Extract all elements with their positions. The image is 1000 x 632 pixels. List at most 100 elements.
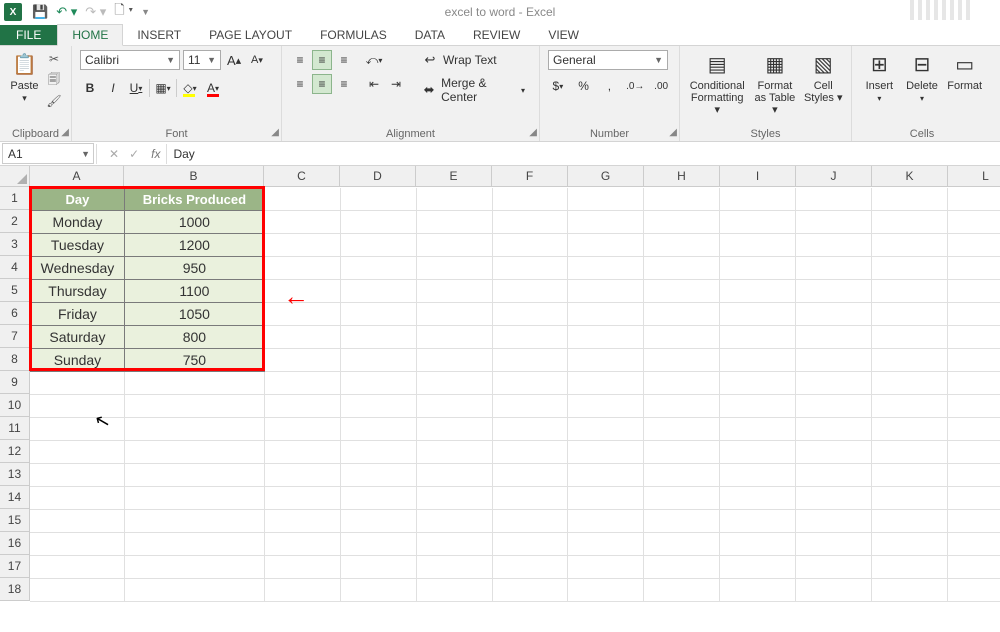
cell-C12[interactable] [264, 441, 340, 464]
borders-button[interactable]: ▦ ▾ [153, 78, 173, 98]
cell-A3[interactable]: Tuesday [30, 234, 124, 257]
cell-L17[interactable] [948, 556, 1000, 579]
row-header-4[interactable]: 4 [0, 256, 30, 279]
cell-G5[interactable] [568, 280, 644, 303]
cell-G17[interactable] [568, 556, 644, 579]
row-header-2[interactable]: 2 [0, 210, 30, 233]
cell-K8[interactable] [872, 349, 948, 372]
cell-L16[interactable] [948, 533, 1000, 556]
increase-decimal-button[interactable]: .0→ [625, 76, 645, 96]
align-center-button[interactable]: ≡ [312, 74, 332, 94]
cell-E14[interactable] [416, 487, 492, 510]
cell-J17[interactable] [796, 556, 872, 579]
cell-B17[interactable] [124, 556, 264, 579]
cell-K11[interactable] [872, 418, 948, 441]
cell-B12[interactable] [124, 441, 264, 464]
cell-I14[interactable] [720, 487, 796, 510]
cell-D12[interactable] [340, 441, 416, 464]
row-header-15[interactable]: 15 [0, 509, 30, 532]
cell-H1[interactable] [644, 188, 720, 211]
format-painter-icon[interactable]: 🖌 [45, 92, 63, 110]
cell-D2[interactable] [340, 211, 416, 234]
cell-C15[interactable] [264, 510, 340, 533]
cell-J5[interactable] [796, 280, 872, 303]
cell-H3[interactable] [644, 234, 720, 257]
cell-E3[interactable] [416, 234, 492, 257]
row-header-9[interactable]: 9 [0, 371, 30, 394]
cell-G10[interactable] [568, 395, 644, 418]
cell-G16[interactable] [568, 533, 644, 556]
cell-A13[interactable] [30, 464, 124, 487]
italic-button[interactable]: I [103, 78, 123, 98]
font-dialog-launcher-icon[interactable]: ◢ [271, 127, 279, 138]
row-header-5[interactable]: 5 [0, 279, 30, 302]
cell-C4[interactable] [264, 257, 340, 280]
cell-F4[interactable] [492, 257, 568, 280]
cell-L5[interactable] [948, 280, 1000, 303]
cell-H15[interactable] [644, 510, 720, 533]
cell-K15[interactable] [872, 510, 948, 533]
cell-C3[interactable] [264, 234, 340, 257]
fill-color-button[interactable]: ◇ ▾ [180, 78, 200, 98]
cell-G8[interactable] [568, 349, 644, 372]
cell-L7[interactable] [948, 326, 1000, 349]
cell-J3[interactable] [796, 234, 872, 257]
cell-K10[interactable] [872, 395, 948, 418]
wrap-text-button[interactable]: ↩Wrap Text [416, 50, 531, 70]
cell-L10[interactable] [948, 395, 1000, 418]
col-header-B[interactable]: B [124, 166, 264, 187]
cell-C1[interactable] [264, 188, 340, 211]
cell-D3[interactable] [340, 234, 416, 257]
row-header-7[interactable]: 7 [0, 325, 30, 348]
cell-B14[interactable] [124, 487, 264, 510]
col-header-K[interactable]: K [872, 166, 948, 187]
qat-newdoc-icon[interactable]: 🗋 ▾ [114, 1, 133, 23]
tab-data[interactable]: DATA [401, 25, 459, 45]
cell-G4[interactable] [568, 257, 644, 280]
cell-E12[interactable] [416, 441, 492, 464]
cell-G2[interactable] [568, 211, 644, 234]
cell-E15[interactable] [416, 510, 492, 533]
row-header-18[interactable]: 18 [0, 578, 30, 601]
row-header-6[interactable]: 6 [0, 302, 30, 325]
cell-A5[interactable]: Thursday [30, 280, 124, 303]
cell-C9[interactable] [264, 372, 340, 395]
cell-L2[interactable] [948, 211, 1000, 234]
cell-J16[interactable] [796, 533, 872, 556]
cell-G13[interactable] [568, 464, 644, 487]
align-left-button[interactable]: ≡ [290, 74, 310, 94]
cell-A4[interactable]: Wednesday [30, 257, 124, 280]
cell-F1[interactable] [492, 188, 568, 211]
cell-E16[interactable] [416, 533, 492, 556]
paste-button[interactable]: 📋 Paste▾ [8, 50, 41, 104]
cell-A17[interactable] [30, 556, 124, 579]
cell-J6[interactable] [796, 303, 872, 326]
cell-D9[interactable] [340, 372, 416, 395]
cell-C17[interactable] [264, 556, 340, 579]
cell-F9[interactable] [492, 372, 568, 395]
cell-B13[interactable] [124, 464, 264, 487]
cell-E1[interactable] [416, 188, 492, 211]
cell-B5[interactable]: 1100 [124, 280, 264, 303]
cell-J11[interactable] [796, 418, 872, 441]
cell-J8[interactable] [796, 349, 872, 372]
row-header-8[interactable]: 8 [0, 348, 30, 371]
cell-H6[interactable] [644, 303, 720, 326]
cell-G15[interactable] [568, 510, 644, 533]
qat-undo-icon[interactable]: ↶ ▾ [56, 4, 77, 20]
cell-F15[interactable] [492, 510, 568, 533]
cells-area[interactable]: DayBricks ProducedMonday1000Tuesday1200W… [30, 187, 1000, 602]
cell-H4[interactable] [644, 257, 720, 280]
cell-B6[interactable]: 1050 [124, 303, 264, 326]
cell-J18[interactable] [796, 579, 872, 602]
cell-D15[interactable] [340, 510, 416, 533]
copy-icon[interactable]: 🗐 [45, 71, 63, 89]
cell-I9[interactable] [720, 372, 796, 395]
cell-F18[interactable] [492, 579, 568, 602]
cell-F12[interactable] [492, 441, 568, 464]
cell-B4[interactable]: 950 [124, 257, 264, 280]
cell-H16[interactable] [644, 533, 720, 556]
row-header-17[interactable]: 17 [0, 555, 30, 578]
cell-D4[interactable] [340, 257, 416, 280]
tab-formulas[interactable]: FORMULAS [306, 25, 401, 45]
